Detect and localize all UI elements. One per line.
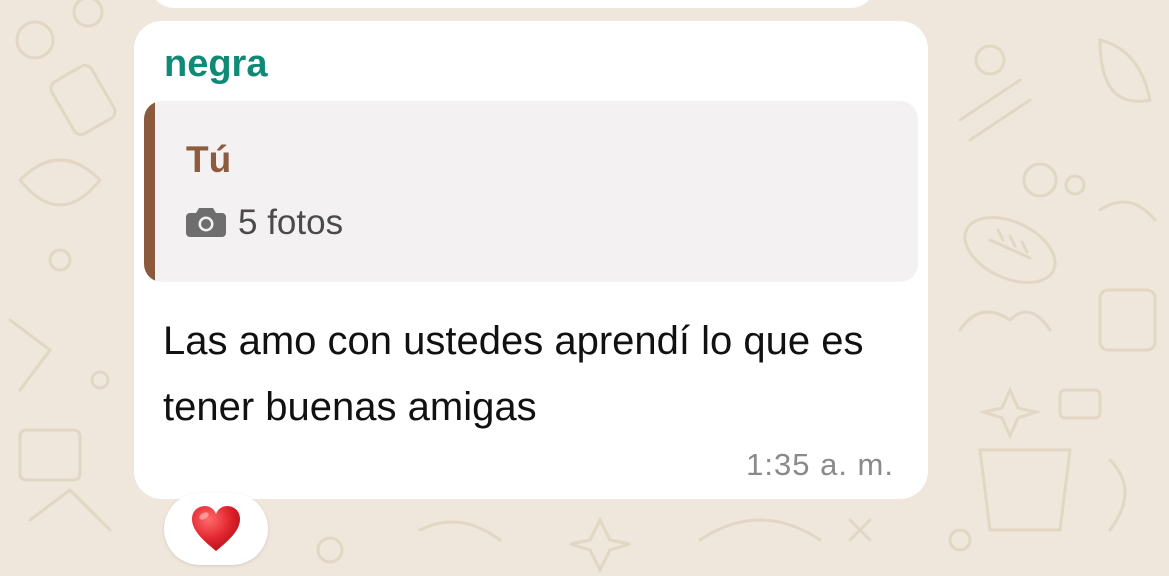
quote-text: 5 fotos	[238, 203, 344, 242]
reaction-badge[interactable]	[164, 493, 268, 565]
message-text: Las amo con ustedes aprendí lo que es te…	[163, 319, 864, 429]
previous-message-bubble	[150, 0, 875, 8]
red-heart-icon	[192, 506, 240, 551]
quote-content: 5 fotos	[186, 203, 343, 243]
message-timestamp: 1:35 a. m.	[746, 447, 894, 482]
quote-accent-bar	[144, 101, 155, 282]
quote-author: Tú	[186, 139, 232, 180]
sender-name: negra	[164, 43, 268, 85]
quoted-message[interactable]: Tú 5 fotos	[144, 101, 918, 282]
camera-icon	[186, 208, 226, 237]
message-bubble[interactable]: negra Tú 5 fotos Las amo con ustedes apr…	[134, 21, 928, 499]
